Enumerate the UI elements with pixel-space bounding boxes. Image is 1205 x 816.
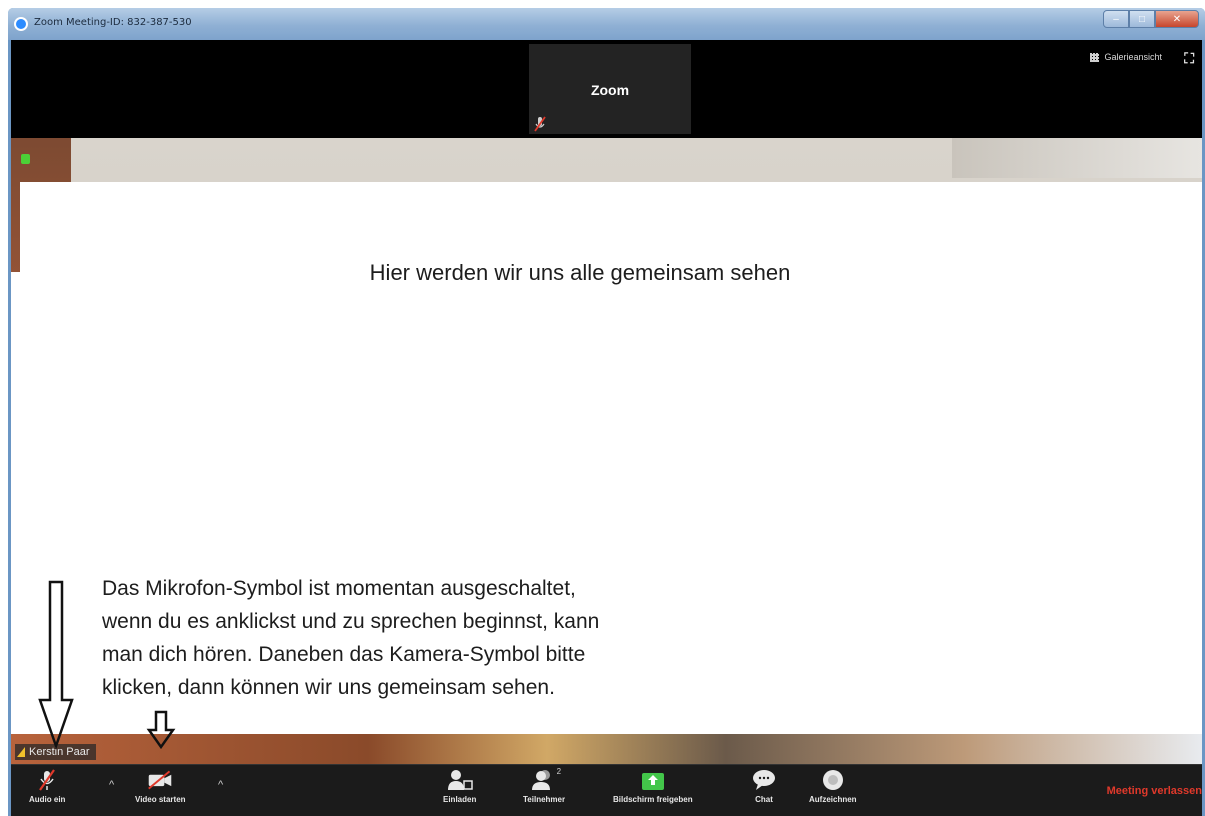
instruction-line: klicken, dann können wir uns gemeinsam s… [102,676,555,699]
slide-headline: Hier werden wir uns alle gemeinsam sehen [369,260,791,285]
share-screen-label: Bildschirm freigeben [613,795,693,804]
zoom-logo-icon [14,17,28,31]
record-label: Aufzeichnen [809,795,857,804]
gallery-view-button[interactable]: Galerieansicht [1090,52,1162,62]
thumbnail-name: Zoom [590,82,630,98]
invite-button[interactable]: Einladen [443,769,476,804]
audio-label: Audio ein [29,795,66,804]
muted-mic-icon [534,116,546,132]
record-button[interactable]: Aufzeichnen [809,769,857,804]
invite-person-icon [447,769,473,791]
video-area: Hier werden wir uns alle gemeinsam sehen… [11,138,1202,764]
maximize-button[interactable]: □ [1129,10,1155,28]
minimize-button[interactable]: – [1103,10,1129,28]
down-arrow-annotation [146,710,176,750]
share-screen-icon [640,769,666,791]
participants-icon: 2 [531,767,561,791]
record-icon [820,769,846,791]
window-title: Zoom Meeting-ID: 832-387-530 [34,17,192,28]
leave-meeting-button[interactable]: Meeting verlassen [1107,785,1202,797]
share-screen-button[interactable]: Bildschirm freigeben [613,769,693,804]
chat-label: Chat [755,795,773,804]
invite-label: Einladen [443,795,477,804]
video-options-caret[interactable]: ^ [218,779,223,791]
video-off-icon [147,769,173,791]
instruction-line: wenn du es anklickst und zu sprechen beg… [102,610,600,633]
meeting-toolbar: Audio ein ^ Video starten ^ Einladen 2 T… [11,764,1202,816]
muted-mic-icon [34,769,60,791]
lock-icon [21,154,30,164]
instruction-line: Das Mikrofon-Symbol ist momentan ausgesc… [102,577,576,600]
shared-slide: Hier werden wir uns alle gemeinsam sehen… [11,182,1202,734]
instruction-line: man dich hören. Daneben das Kamera-Symbo… [102,643,586,666]
expand-icon[interactable]: ⛶ [1184,50,1194,67]
audio-options-caret[interactable]: ^ [109,779,114,791]
audio-button[interactable]: Audio ein [29,769,65,804]
chat-button[interactable]: Chat [751,769,777,804]
window-controls: – □ ✕ [1103,10,1199,28]
top-strip: Zoom Galerieansicht ⛶ [11,40,1202,138]
video-background-right [952,138,1202,178]
participants-button[interactable]: 2 Teilnehmer [523,767,566,804]
chat-bubble-icon [751,769,777,791]
gallery-view-label: Galerieansicht [1104,52,1162,62]
grid-icon [1090,52,1100,62]
down-arrow-annotation [38,580,74,750]
title-bar[interactable]: Zoom Meeting-ID: 832-387-530 – □ ✕ [8,8,1205,40]
close-button[interactable]: ✕ [1155,10,1199,28]
participants-label: Teilnehmer [523,795,566,804]
video-button[interactable]: Video starten [135,769,186,804]
slide-instructions: Das Mikrofon-Symbol ist momentan ausgesc… [102,572,782,704]
participants-count: 2 [556,767,562,776]
participant-thumbnail[interactable]: Zoom [529,44,691,134]
zoom-window: Zoom Meeting-ID: 832-387-530 – □ ✕ Zoom … [8,8,1205,816]
video-label: Video starten [135,795,186,804]
